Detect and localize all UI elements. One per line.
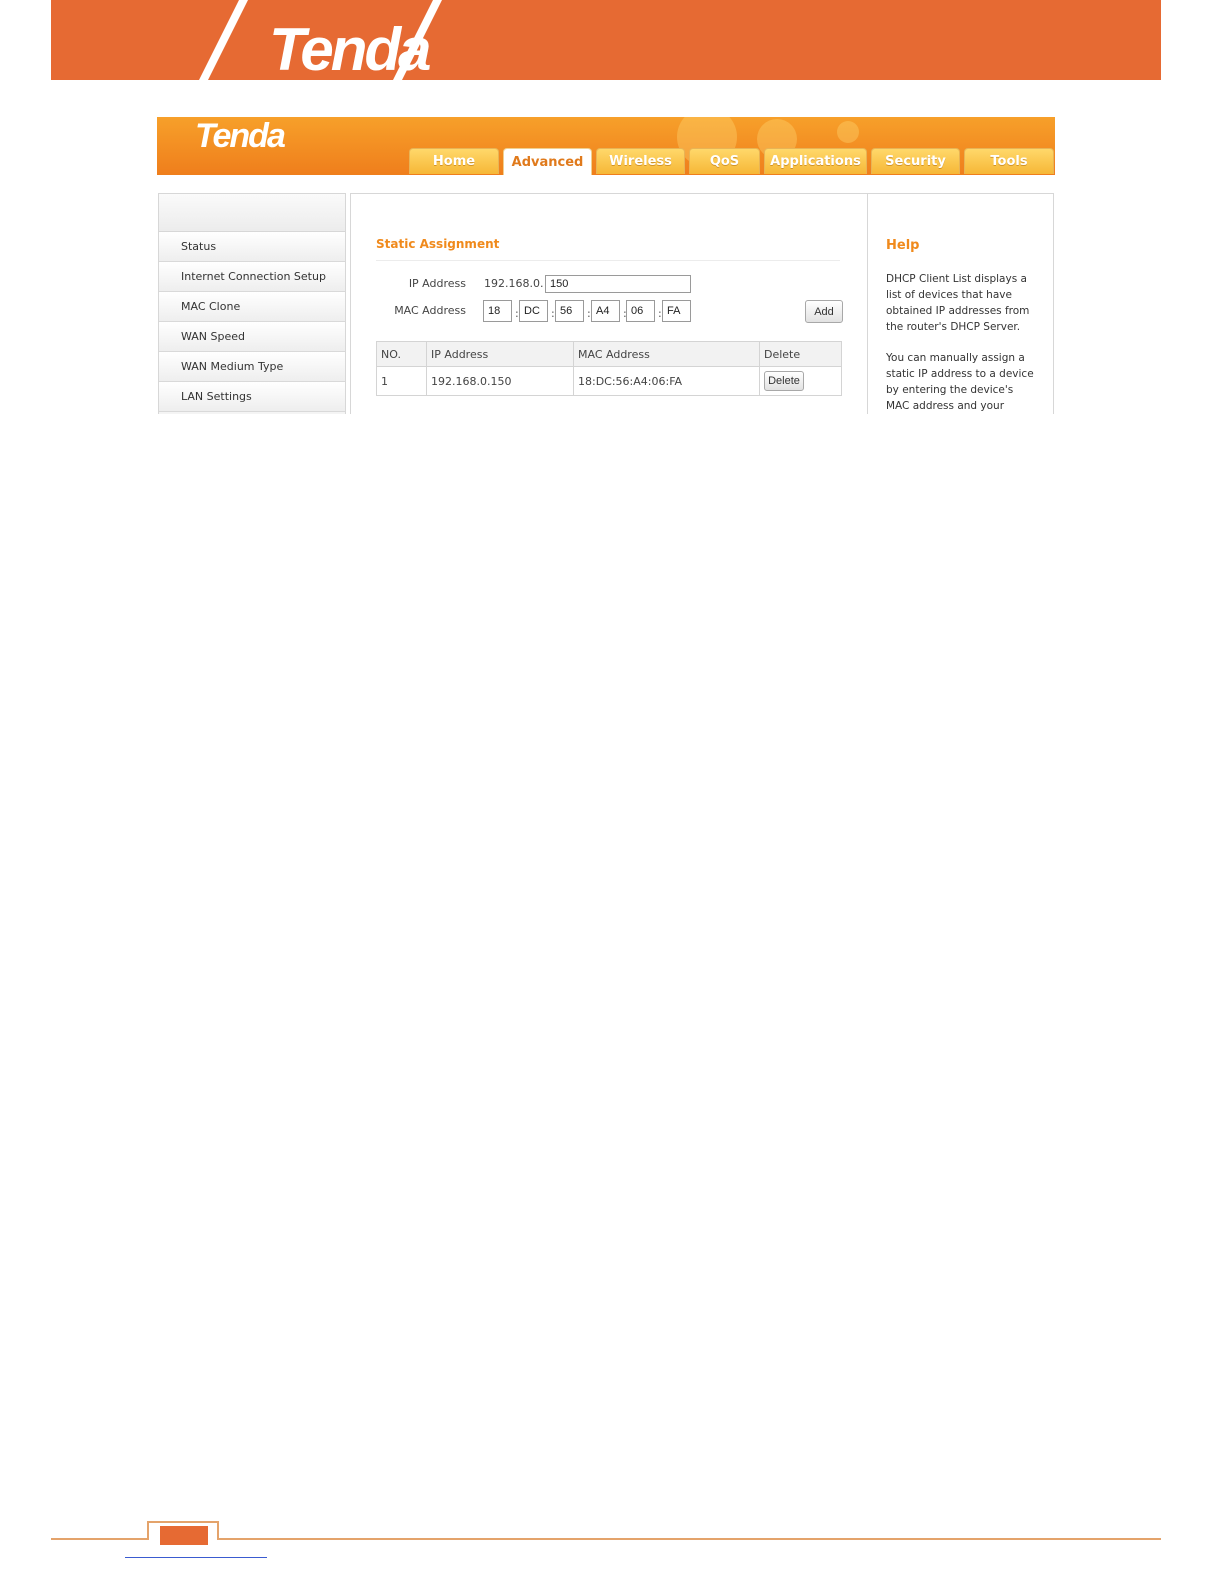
sidebar-menu: Status Internet Connection Setup MAC Clo… [158,193,346,414]
mac-part-5-input[interactable] [626,300,655,322]
tab-applications[interactable]: Applications [764,148,867,174]
mac-part-3-input[interactable] [555,300,584,322]
help-paragraph-2: You can manually assign a static IP addr… [886,352,1034,412]
col-header-mac-address: MAC Address [573,341,760,367]
ip-last-octet-input[interactable] [545,275,691,293]
router-header: Tenda Home Advanced Wireless QoS Applica… [157,117,1055,175]
tab-wireless[interactable]: Wireless [596,148,685,174]
help-title: Help [886,238,920,253]
cell-ip-address: 192.168.0.150 [426,366,574,396]
router-ui-screenshot: Tenda Home Advanced Wireless QoS Applica… [157,117,1055,414]
cell-delete: Delete [759,366,842,396]
tab-security[interactable]: Security [871,148,960,174]
mac-part-2-input[interactable] [519,300,548,322]
sidebar-item-mac-clone[interactable]: MAC Clone [159,292,345,322]
tenda-logo: Tenda [269,16,431,80]
mac-part-4-input[interactable] [591,300,620,322]
cell-mac-address: 18:DC:56:A4:06:FA [573,366,760,396]
main-panel: Static Assignment IP Address 192.168.0. … [350,193,867,414]
footer-page-tab-fill [160,1526,208,1545]
footer-link-underline[interactable] [125,1557,267,1558]
tab-advanced[interactable]: Advanced [503,148,592,175]
sidebar-item-lan-settings[interactable]: LAN Settings [159,382,345,412]
col-header-no: NO. [376,341,427,367]
cell-no: 1 [376,366,427,396]
header-bokeh [837,121,859,143]
title-divider [376,260,840,261]
sidebar-header [159,194,345,232]
help-paragraph-1: DHCP Client List displays a list of devi… [886,273,1030,333]
banner-white-stripe [199,0,442,80]
tab-tools[interactable]: Tools [964,148,1054,174]
document-header-banner: Tenda [51,0,1161,80]
mac-part-1-input[interactable] [483,300,512,322]
tab-qos[interactable]: QoS [689,148,760,174]
add-button[interactable]: Add [805,300,843,323]
mac-part-6-input[interactable] [662,300,691,322]
section-title: Static Assignment [376,237,500,251]
router-logo: Tenda [195,117,286,155]
main-nav-tabs: Home Advanced Wireless QoS Applications … [409,148,1054,175]
tab-home[interactable]: Home [409,148,499,174]
sidebar-item-wan-speed[interactable]: WAN Speed [159,322,345,352]
static-assignment-table: NO. IP Address MAC Address Delete 1 192.… [376,341,842,396]
ip-address-label: IP Address [408,277,466,290]
sidebar-item-internet-connection-setup[interactable]: Internet Connection Setup [159,262,345,292]
sidebar-item-status[interactable]: Status [159,232,345,262]
col-header-ip-address: IP Address [426,341,574,367]
table-row: 1 192.168.0.150 18:DC:56:A4:06:FA Delete [376,366,842,396]
table-header-row: NO. IP Address MAC Address Delete [376,341,842,367]
mac-address-label: MAC Address [394,304,466,317]
delete-button[interactable]: Delete [764,371,804,391]
sidebar-item-wan-medium-type[interactable]: WAN Medium Type [159,352,345,382]
ip-prefix: 192.168.0. [484,277,544,290]
col-header-delete: Delete [759,341,842,367]
help-panel: Help DHCP Client List displays a list of… [867,193,1054,414]
